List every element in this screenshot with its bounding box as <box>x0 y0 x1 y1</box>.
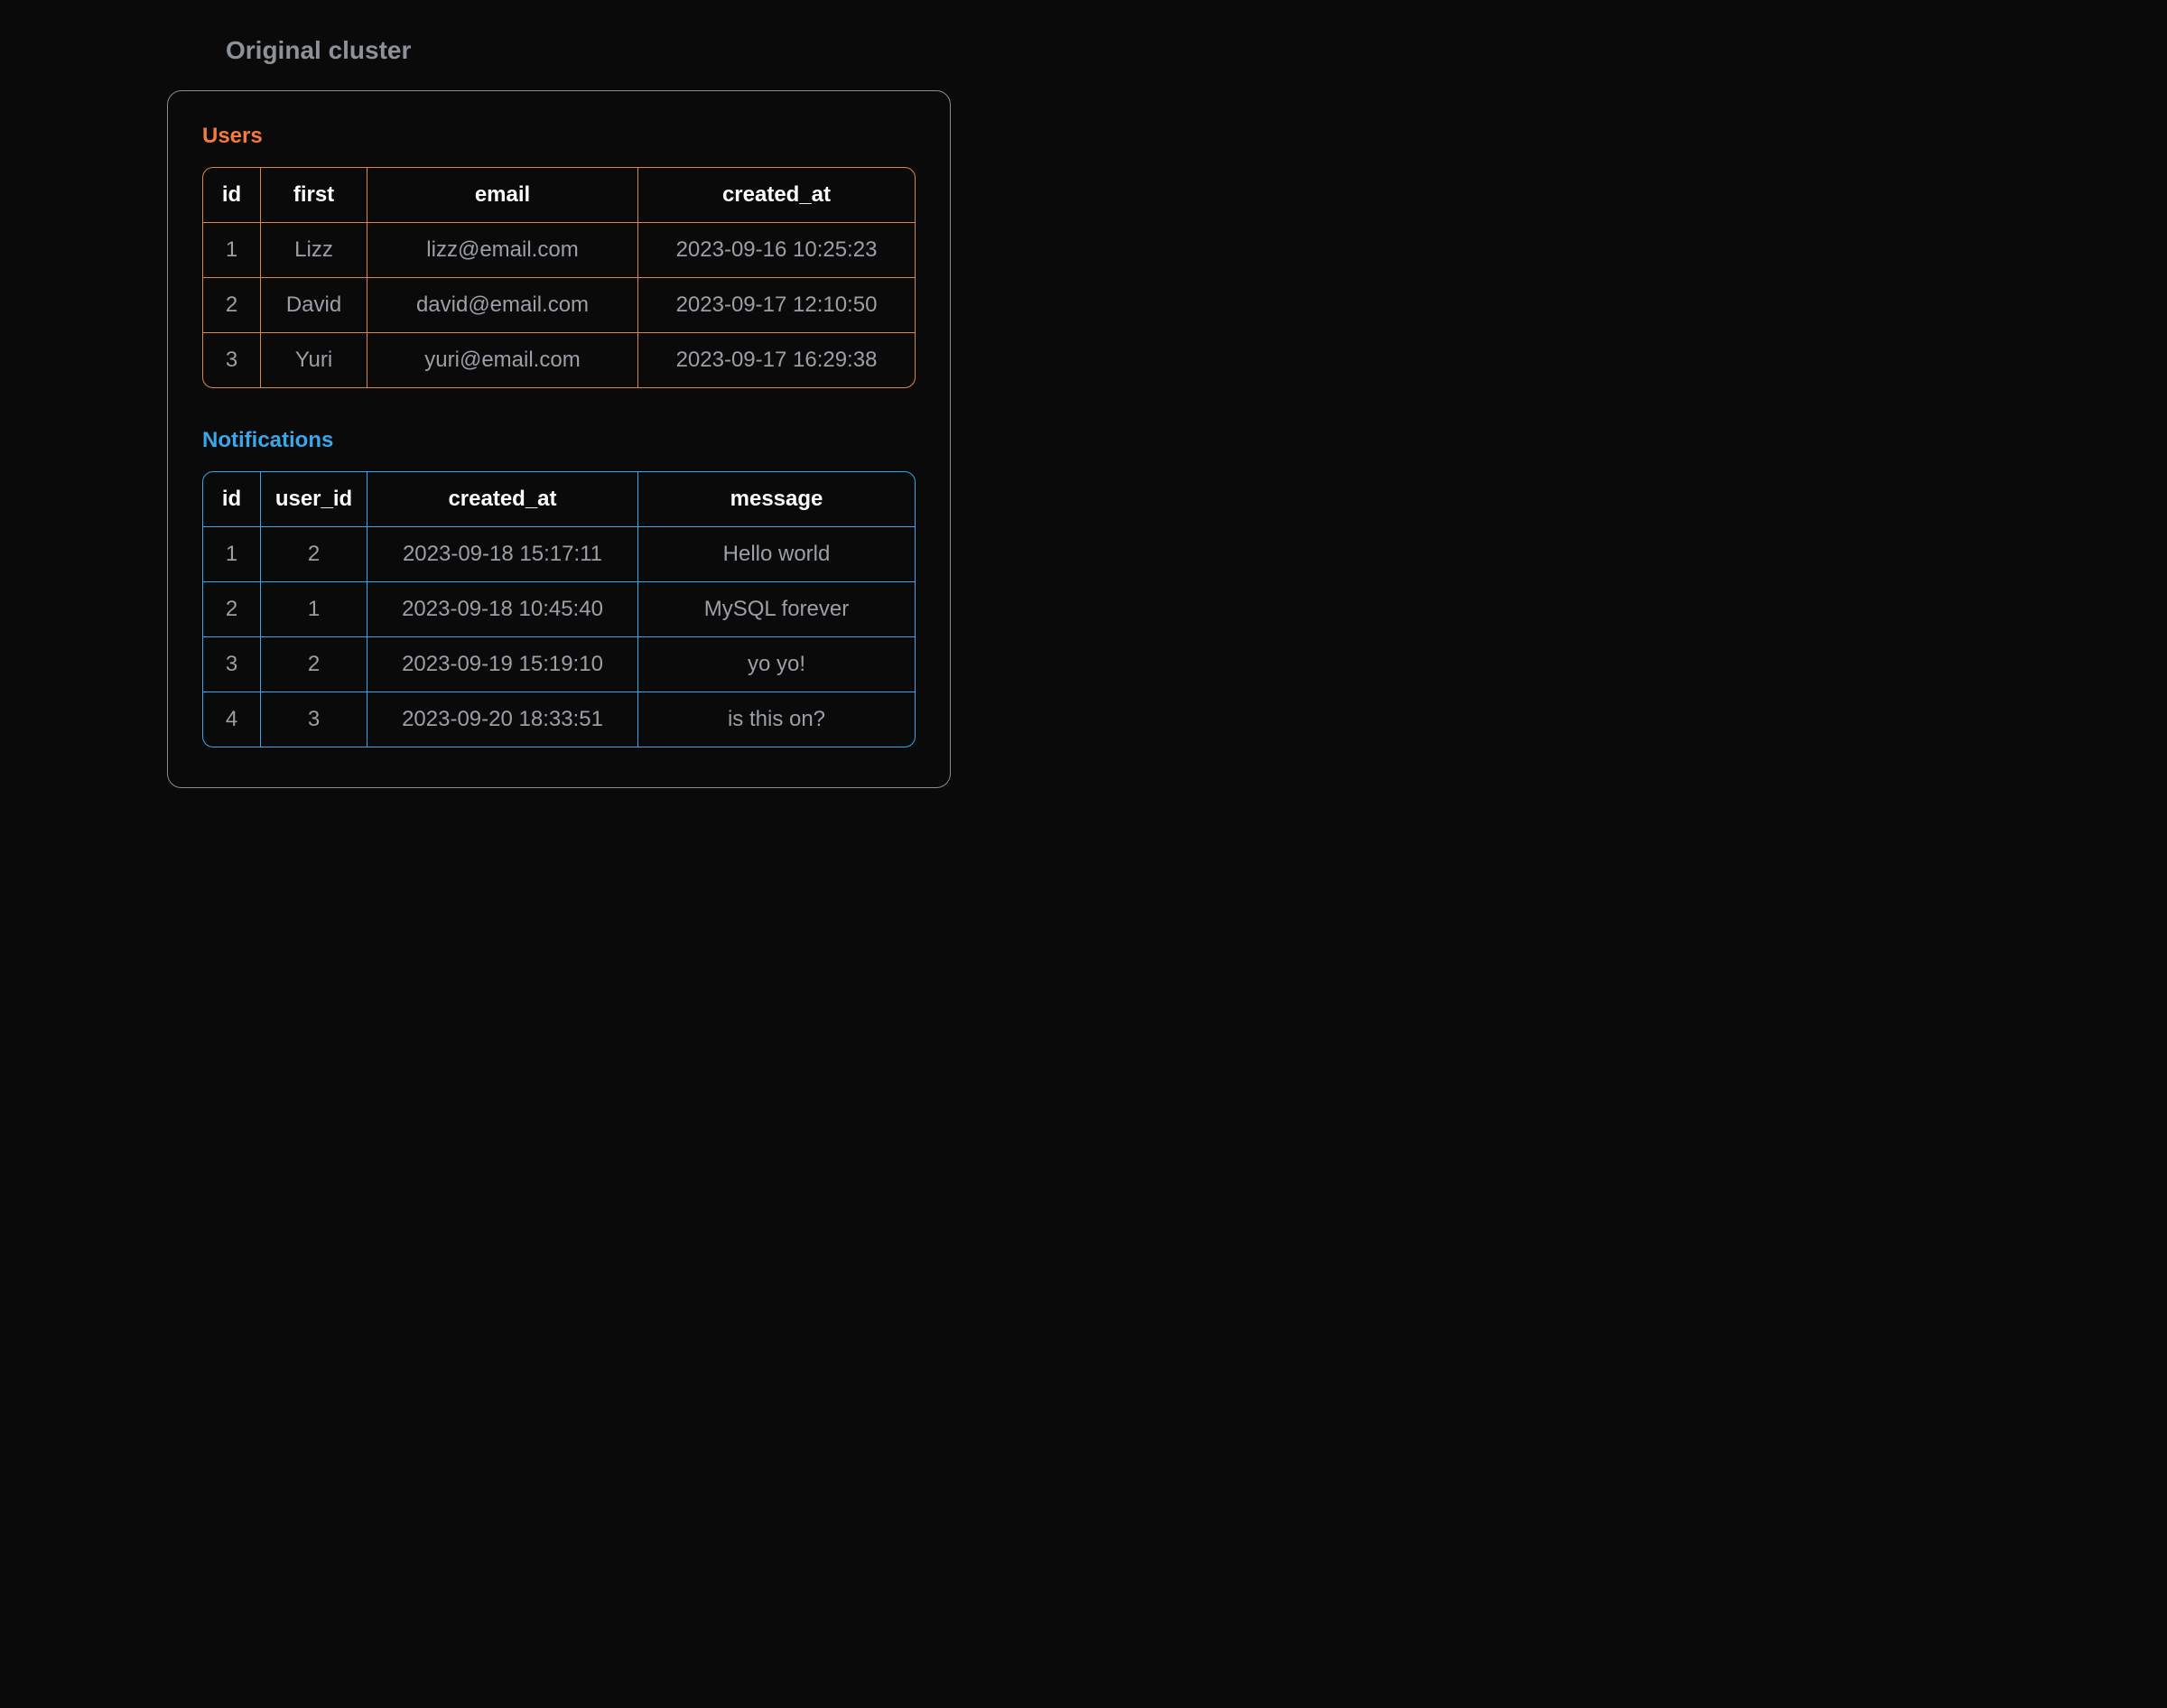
table-row: 3 Yuri yuri@email.com 2023-09-17 16:29:3… <box>203 333 915 387</box>
users-id: 3 <box>203 333 261 387</box>
notifications-section: Notifications id user_id created_at mess… <box>202 428 916 747</box>
table-row: 2 1 2023-09-18 10:45:40 MySQL forever <box>203 582 915 637</box>
notifications-created-at: 2023-09-20 18:33:51 <box>367 692 638 747</box>
notifications-created-at: 2023-09-19 15:19:10 <box>367 637 638 692</box>
users-header-row: id first email created_at <box>203 168 915 223</box>
notifications-created-at: 2023-09-18 15:17:11 <box>367 527 638 582</box>
notifications-id: 3 <box>203 637 261 692</box>
notifications-message: is this on? <box>638 692 915 747</box>
notifications-id: 2 <box>203 582 261 637</box>
notifications-header-message: message <box>638 472 915 527</box>
notifications-user-id: 3 <box>261 692 367 747</box>
table-row: 3 2 2023-09-19 15:19:10 yo yo! <box>203 637 915 692</box>
notifications-header-id: id <box>203 472 261 527</box>
notifications-user-id: 1 <box>261 582 367 637</box>
users-first: Yuri <box>261 333 367 387</box>
users-email: david@email.com <box>367 278 638 333</box>
page-title: Original cluster <box>226 36 2167 65</box>
users-id: 1 <box>203 223 261 278</box>
notifications-title: Notifications <box>202 428 916 453</box>
table-row: 2 David david@email.com 2023-09-17 12:10… <box>203 278 915 333</box>
notifications-user-id: 2 <box>261 637 367 692</box>
users-header-id: id <box>203 168 261 223</box>
table-row: 1 Lizz lizz@email.com 2023-09-16 10:25:2… <box>203 223 915 278</box>
users-header-created-at: created_at <box>638 168 915 223</box>
cluster-box: Users id first email created_at 1 Lizz l… <box>167 90 951 788</box>
users-first: Lizz <box>261 223 367 278</box>
users-header-email: email <box>367 168 638 223</box>
users-email: yuri@email.com <box>367 333 638 387</box>
notifications-message: yo yo! <box>638 637 915 692</box>
notifications-id: 4 <box>203 692 261 747</box>
notifications-message: Hello world <box>638 527 915 582</box>
notifications-id: 1 <box>203 527 261 582</box>
users-first: David <box>261 278 367 333</box>
notifications-header-row: id user_id created_at message <box>203 472 915 527</box>
table-row: 4 3 2023-09-20 18:33:51 is this on? <box>203 692 915 747</box>
users-title: Users <box>202 124 916 149</box>
users-created-at: 2023-09-17 12:10:50 <box>638 278 915 333</box>
users-created-at: 2023-09-16 10:25:23 <box>638 223 915 278</box>
users-email: lizz@email.com <box>367 223 638 278</box>
users-table: id first email created_at 1 Lizz lizz@em… <box>202 167 916 388</box>
notifications-header-created-at: created_at <box>367 472 638 527</box>
table-row: 1 2 2023-09-18 15:17:11 Hello world <box>203 527 915 582</box>
users-id: 2 <box>203 278 261 333</box>
notifications-header-user-id: user_id <box>261 472 367 527</box>
notifications-created-at: 2023-09-18 10:45:40 <box>367 582 638 637</box>
notifications-user-id: 2 <box>261 527 367 582</box>
users-section: Users id first email created_at 1 Lizz l… <box>202 124 916 388</box>
users-header-first: first <box>261 168 367 223</box>
notifications-message: MySQL forever <box>638 582 915 637</box>
users-created-at: 2023-09-17 16:29:38 <box>638 333 915 387</box>
notifications-table: id user_id created_at message 1 2 2023-0… <box>202 471 916 747</box>
